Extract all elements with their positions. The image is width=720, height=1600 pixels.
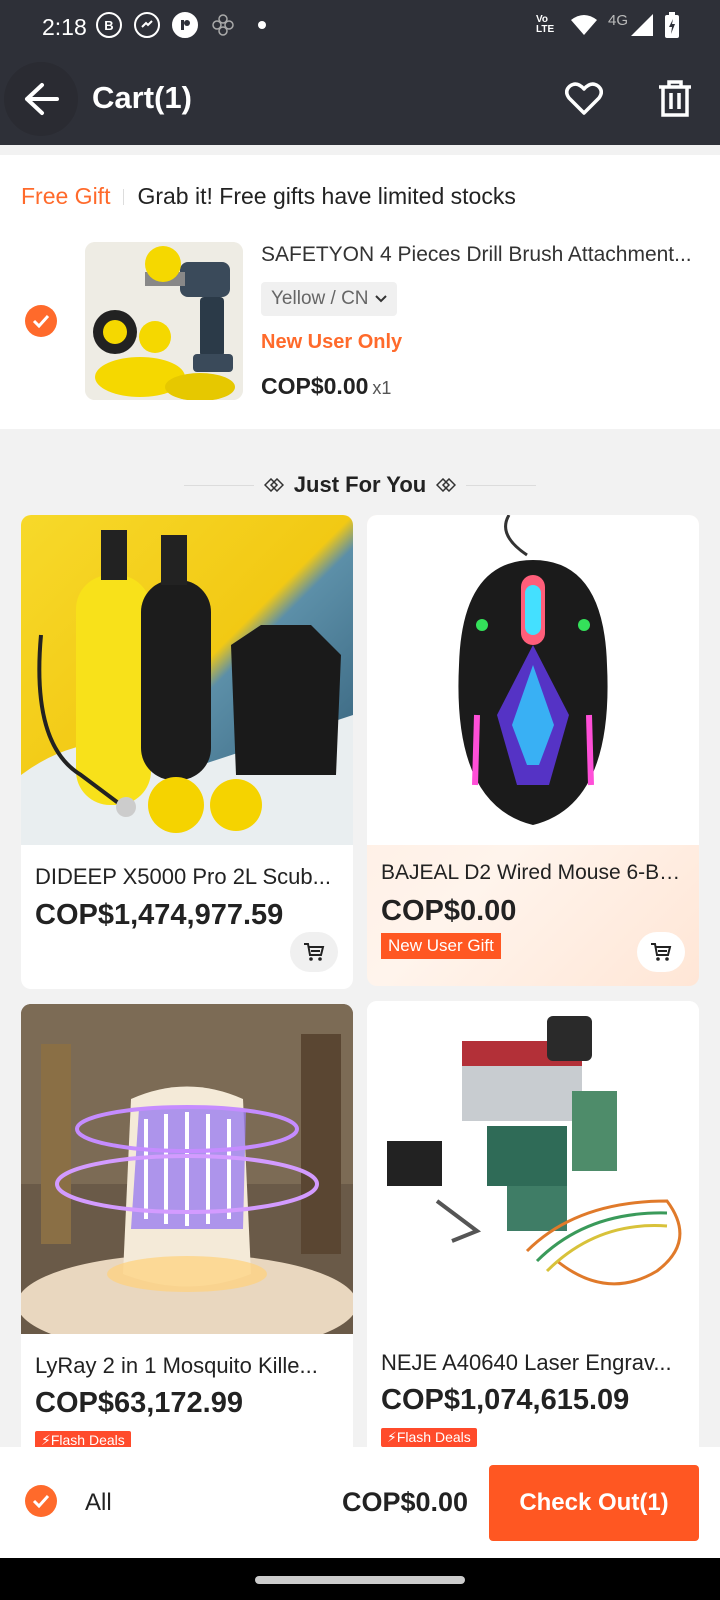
status-time: 2:18 xyxy=(42,14,87,40)
flash-deals-label: Flash Deals xyxy=(50,1432,125,1447)
gift-price: COP$0.00 x1 xyxy=(261,373,391,400)
divider xyxy=(466,484,537,486)
add-to-cart-button[interactable] xyxy=(290,932,338,972)
product-price: COP$1,474,977.59 xyxy=(35,899,284,931)
wifi-icon xyxy=(570,15,597,35)
delete-button[interactable] xyxy=(650,74,700,124)
trash-icon xyxy=(659,80,691,117)
product-card[interactable]: BAJEAL D2 Wired Mouse 6-Bu... COP$0.00 N… xyxy=(367,515,699,986)
product-title: BAJEAL D2 Wired Mouse 6-Bu... xyxy=(381,861,687,884)
free-gift-section: Free Gift Grab it! Free gifts have limit… xyxy=(0,155,720,429)
product-image xyxy=(367,515,699,845)
product-price: COP$63,172.99 xyxy=(35,1387,243,1419)
flash-deals-badge: ⚡Flash Deals xyxy=(381,1428,477,1447)
select-all-label[interactable]: All xyxy=(85,1489,112,1517)
gift-checkbox[interactable] xyxy=(25,305,57,337)
system-nav-bar xyxy=(0,1558,720,1600)
diamond-icon xyxy=(263,478,284,492)
just-for-you-title: Just For You xyxy=(293,472,427,497)
free-gift-message: Grab it! Free gifts have limited stocks xyxy=(137,183,516,209)
divider xyxy=(183,484,254,486)
product-title: DIDEEP X5000 Pro 2L Scub... xyxy=(35,864,331,889)
checkout-button[interactable]: Check Out(1) xyxy=(489,1465,699,1541)
product-image xyxy=(21,515,353,845)
free-gift-header: Free Gift Grab it! Free gifts have limit… xyxy=(21,183,516,210)
lightning-icon: ⚡ xyxy=(387,1429,397,1445)
arrow-left-icon xyxy=(25,83,59,115)
flower-icon xyxy=(210,12,236,38)
gift-price-value: COP$0.00 xyxy=(261,373,369,399)
select-all-checkbox[interactable] xyxy=(25,1485,57,1517)
product-card[interactable]: DIDEEP X5000 Pro 2L Scub... COP$1,474,97… xyxy=(21,515,353,989)
variant-selector[interactable]: Yellow / CN xyxy=(261,282,397,316)
status-right: Vo LTE 4G xyxy=(536,12,680,38)
cart-icon xyxy=(304,943,325,961)
battery-icon xyxy=(665,12,679,38)
signal-icon xyxy=(631,14,653,36)
dot-icon xyxy=(258,21,266,29)
diamond-icon xyxy=(436,478,457,492)
product-price: COP$0.00 xyxy=(381,895,517,927)
home-gesture-handle[interactable] xyxy=(255,1576,465,1584)
mosquito-lamp-image xyxy=(21,1004,353,1334)
product-title: NEJE A40640 Laser Engrav... xyxy=(381,1350,672,1375)
wishlist-button[interactable] xyxy=(559,74,609,124)
gaming-mouse-image xyxy=(367,515,699,845)
gift-product-image[interactable] xyxy=(85,242,243,400)
product-price: COP$1,074,615.09 xyxy=(381,1384,630,1416)
page-title: Cart(1) xyxy=(92,80,192,115)
lightning-icon: ⚡ xyxy=(41,1432,51,1447)
laser-module-image xyxy=(367,1001,699,1331)
new-user-label: New User Only xyxy=(261,331,403,353)
app-icon xyxy=(172,12,198,38)
status-bar: 2:18 B Vo LTE 4G xyxy=(0,0,720,56)
product-title: LyRay 2 in 1 Mosquito Kille... xyxy=(35,1353,318,1378)
product-card[interactable]: LyRay 2 in 1 Mosquito Kille... COP$63,17… xyxy=(21,1004,353,1447)
network-label: 4G xyxy=(607,11,628,29)
check-icon xyxy=(32,314,50,328)
checkout-bar: All COP$0.00 Check Out(1) xyxy=(0,1447,720,1558)
product-image xyxy=(367,1001,699,1331)
divider xyxy=(123,188,125,205)
cart-total: COP$0.00 xyxy=(342,1487,469,1517)
new-user-gift-badge: New User Gift xyxy=(381,933,501,959)
add-to-cart-button[interactable] xyxy=(637,932,685,972)
chevron-down-icon xyxy=(374,295,387,303)
app-header: Cart(1) xyxy=(0,56,720,145)
flash-deals-label: Flash Deals xyxy=(396,1429,471,1445)
just-for-you-heading: Just For You xyxy=(0,468,720,502)
b-icon: B xyxy=(96,12,122,38)
heart-icon xyxy=(565,82,603,115)
scuba-tank-image xyxy=(21,515,353,845)
gift-qty: x1 xyxy=(372,378,392,398)
status-app-icons: B xyxy=(96,12,266,38)
product-image xyxy=(21,1004,353,1334)
drill-brush-image xyxy=(85,242,243,400)
lte-label: Vo LTE xyxy=(535,14,555,35)
check-icon xyxy=(32,1494,50,1508)
back-button[interactable] xyxy=(4,62,78,136)
gift-product-title[interactable]: SAFETYON 4 Pieces Drill Brush Attachment… xyxy=(261,243,701,267)
flash-deals-badge: ⚡Flash Deals xyxy=(35,1431,131,1447)
product-card[interactable]: NEJE A40640 Laser Engrav... COP$1,074,61… xyxy=(367,1001,699,1447)
free-gift-tag: Free Gift xyxy=(21,183,111,209)
messenger-icon xyxy=(134,12,160,38)
cart-icon xyxy=(651,943,672,961)
variant-label: Yellow / CN xyxy=(271,288,369,309)
